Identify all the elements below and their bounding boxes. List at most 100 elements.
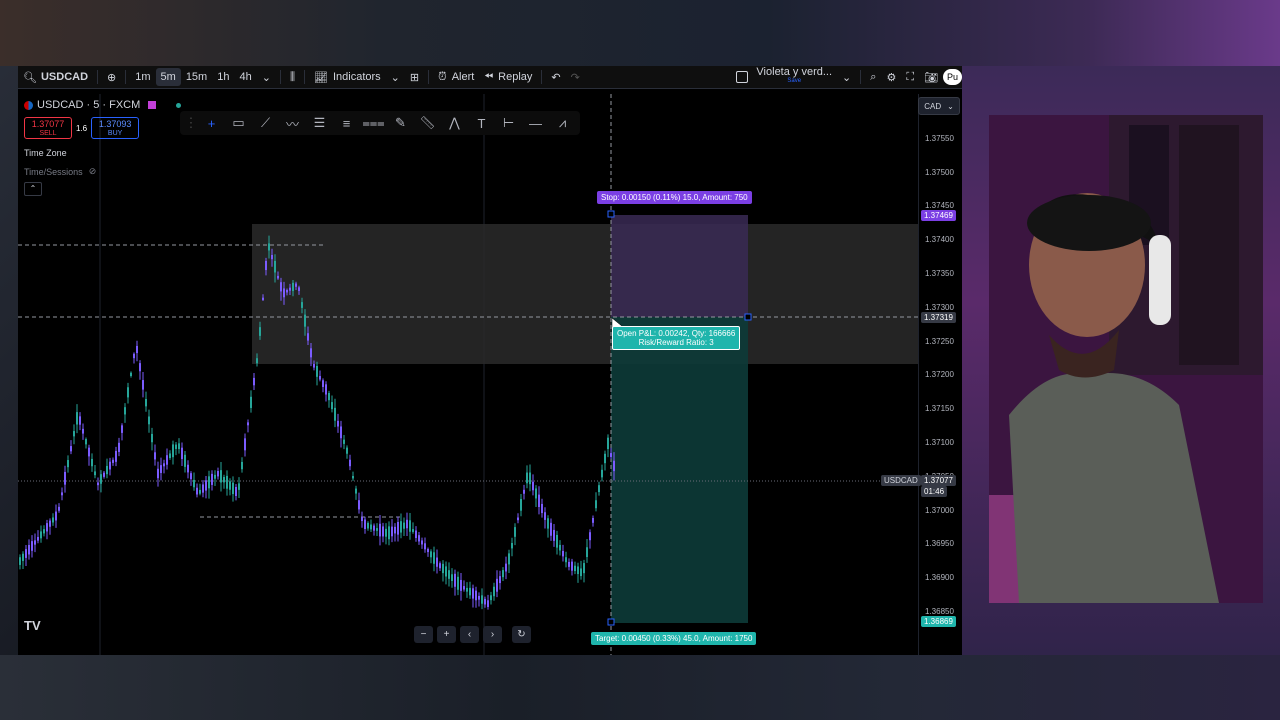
width-handle[interactable] <box>744 313 752 321</box>
candle-body <box>589 532 591 541</box>
candle-body <box>301 302 303 308</box>
replay-button[interactable]: ⏪︎ Replay <box>479 66 537 88</box>
fib-retracement-icon[interactable]: ≡ <box>335 113 358 133</box>
settings-button[interactable]: ⚙ <box>881 66 901 88</box>
text-icon[interactable]: T <box>470 113 493 133</box>
parallel-channel-icon[interactable]: ☰ <box>308 113 331 133</box>
candle-body <box>40 531 42 539</box>
pattern-icon[interactable]: ⋀ <box>443 113 466 133</box>
legend-title[interactable]: USDCAD · 5 · FXCM <box>37 99 140 111</box>
candle-body <box>340 426 342 439</box>
templates-button[interactable]: ⊞ <box>405 66 424 88</box>
stop-loss-zone[interactable] <box>611 215 748 317</box>
candle-body <box>61 492 63 496</box>
alert-button[interactable]: ⏰︎ Alert <box>433 66 479 88</box>
candle-body <box>226 475 228 489</box>
candle-body <box>199 489 201 494</box>
candle-body <box>577 566 579 575</box>
rectangle-icon[interactable]: ▭ <box>227 113 250 133</box>
candle-body <box>124 407 126 415</box>
candle-body <box>232 482 234 495</box>
fullscreen-button[interactable]: ⛶ <box>901 66 919 88</box>
interval-5m[interactable]: 5m <box>155 68 181 86</box>
interval-1h[interactable]: 1h <box>212 66 234 88</box>
chevron-up-icon: ⌃ <box>29 184 37 193</box>
candle-body <box>148 416 150 425</box>
candle-body <box>550 522 552 536</box>
range-highlight-box[interactable] <box>252 224 918 364</box>
indicator-time-sessions[interactable]: Time/Sessions ⊘ <box>24 166 96 177</box>
redo-button[interactable]: ↷ <box>566 66 585 88</box>
interval-1m[interactable]: 1m <box>130 66 155 88</box>
interval-dropdown[interactable]: ⌄ <box>257 66 276 88</box>
price-axis[interactable]: 1.376001.375501.375001.374501.374001.373… <box>918 94 962 655</box>
take-profit-zone[interactable] <box>611 317 748 623</box>
currency-dropdown[interactable]: CAD ⌄ <box>918 97 960 115</box>
stop-handle[interactable] <box>607 210 615 218</box>
quick-search-button[interactable]: ⌕ <box>865 66 881 88</box>
candle-body <box>613 460 615 472</box>
target-info-label[interactable]: Target: 0.00450 (0.33%) 45.0, Amount: 17… <box>591 632 757 645</box>
horizontal-ray-icon[interactable]: ⊢ <box>497 113 520 133</box>
zoom-in-button[interactable]: + <box>437 626 456 643</box>
candle-body <box>190 473 192 480</box>
compare-button[interactable]: ⊕ <box>102 66 121 88</box>
candle-body <box>379 523 381 537</box>
horizontal-line-icon[interactable]: — <box>524 113 547 133</box>
open-pnl-label[interactable]: Open P&L: 0.00242, Qty: 166666 Risk/Rewa… <box>612 326 741 350</box>
trend-line-icon[interactable]: ⟋ <box>254 113 277 133</box>
collapse-legend-button[interactable]: ⌃ <box>24 182 42 196</box>
zigzag-icon[interactable]: ⩘ <box>551 113 574 133</box>
candle-body <box>322 380 324 387</box>
candle-body <box>103 472 105 477</box>
layout-dropdown[interactable]: ⌄ <box>837 66 856 88</box>
chart-type-button[interactable]: ⫼ <box>285 66 300 88</box>
candle-body <box>514 527 516 537</box>
indicators-label: Indicators <box>332 71 381 83</box>
candle-body <box>565 557 567 563</box>
candle-body <box>244 438 246 451</box>
ruler-icon[interactable]: 📏︎ <box>416 113 439 133</box>
reset-chart-button[interactable]: ↻ <box>512 626 531 643</box>
candle-body <box>85 439 87 445</box>
publish-button[interactable]: Pu <box>942 69 962 85</box>
sell-button[interactable]: 1.37077 SELL <box>24 117 72 139</box>
undo-button[interactable]: ↶ <box>546 66 565 88</box>
spread-value: 1.6 <box>76 123 88 133</box>
crosshair-icon[interactable]: + <box>200 113 223 133</box>
fib-extension-icon[interactable]: ⩶ <box>362 113 385 133</box>
price-chart[interactable] <box>18 94 918 655</box>
brush-icon[interactable]: 〰 <box>281 113 304 133</box>
candle-body <box>496 578 498 592</box>
pencil-icon[interactable]: ✎ <box>389 113 412 133</box>
candle-body <box>145 399 147 407</box>
eye-hidden-icon[interactable]: ⊘ <box>89 166 97 177</box>
redo-icon: ↷ <box>570 71 580 84</box>
scroll-right-button[interactable]: › <box>483 626 502 643</box>
indicator-time-zone[interactable]: Time Zone <box>24 148 67 158</box>
indicators-dropdown[interactable]: ⌄ <box>386 66 405 88</box>
symbol-search[interactable]: 🔍︎ USDCAD <box>18 66 93 88</box>
target-handle[interactable] <box>607 618 615 626</box>
candle-body <box>427 548 429 553</box>
candle-body <box>466 587 468 592</box>
candle-body <box>535 488 537 499</box>
candle-body <box>487 600 489 607</box>
candle-body <box>352 475 354 479</box>
candle-body <box>292 282 294 291</box>
symbol-label: USDCAD <box>40 71 89 83</box>
interval-15m[interactable]: 15m <box>181 66 212 88</box>
candle-body <box>505 563 507 572</box>
indicators-button[interactable]: 📈︎ Indicators <box>309 66 386 88</box>
buy-button[interactable]: 1.37093 BUY <box>91 117 140 139</box>
candle-body <box>328 393 330 401</box>
snapshot-button[interactable]: 📷︎ <box>919 66 943 88</box>
scroll-left-button[interactable]: ‹ <box>460 626 479 643</box>
interval-4h[interactable]: 4h <box>234 66 256 88</box>
layout-button[interactable]: Violeta y verd... Save <box>731 66 837 88</box>
stop-info-label[interactable]: Stop: 0.00150 (0.11%) 15.0, Amount: 750 <box>597 191 752 204</box>
reset-icon: ↻ <box>517 629 526 640</box>
zoom-out-button[interactable]: − <box>414 626 433 643</box>
drag-handle-icon[interactable]: ⋮ <box>185 113 198 133</box>
camera-icon: 📷︎ <box>924 71 938 84</box>
